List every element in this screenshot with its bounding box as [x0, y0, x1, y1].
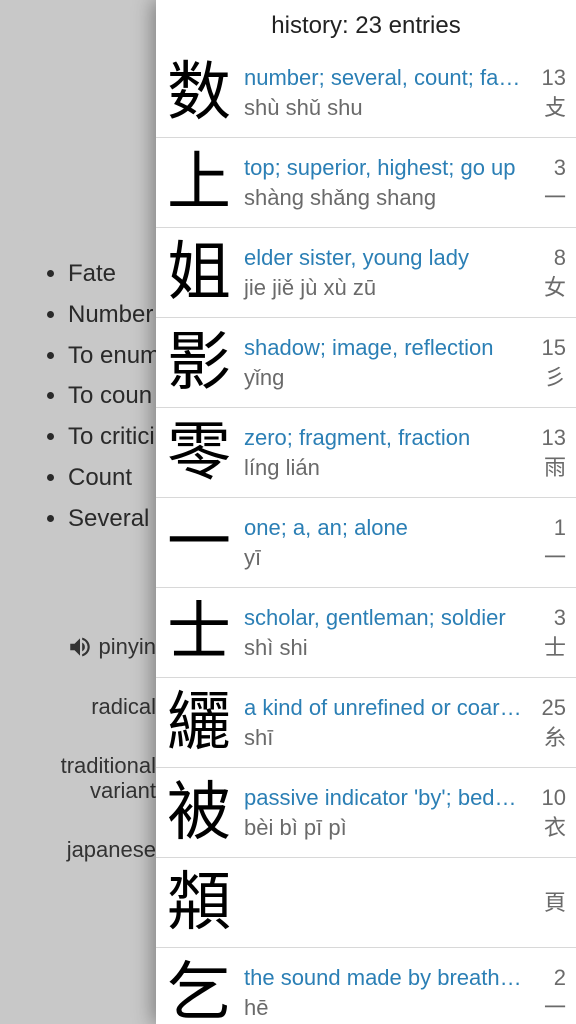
entry-strokes: 1 [526, 513, 566, 543]
entry-body: top; superior, highest; go upshàng shǎng… [236, 146, 526, 219]
history-entry[interactable]: 士scholar, gentleman; soldiershì shi3士 [156, 588, 576, 678]
entry-radical: 雨 [526, 453, 566, 483]
entry-pinyin: jie jiě jù xù zū [244, 273, 526, 303]
entry-pinyin: shù shǔ shu [244, 93, 526, 123]
entry-character: 一 [162, 506, 236, 579]
history-title: history: 23 entries [156, 0, 576, 48]
entry-strokes: 13 [526, 63, 566, 93]
entry-body: number; several, count; fate; frequently… [236, 56, 526, 129]
japanese-row: japanese [0, 837, 156, 862]
entry-radical: 糸 [526, 723, 566, 753]
entry-meta: 3士 [526, 596, 566, 669]
entry-strokes: 3 [526, 603, 566, 633]
speaker-icon[interactable] [67, 634, 93, 660]
entry-character: 影 [162, 326, 236, 399]
entry-radical: 一 [526, 993, 566, 1023]
entry-character: 乞 [162, 956, 236, 1024]
entry-strokes: 13 [526, 423, 566, 453]
entry-meta: 3一 [526, 146, 566, 219]
entry-strokes: 15 [526, 333, 566, 363]
entry-definition: passive indicator 'by'; bedding [244, 783, 526, 813]
entry-meta: 13攴 [526, 56, 566, 129]
traditional-label: traditional variant [61, 753, 156, 804]
pinyin-row[interactable]: pinyin [0, 634, 156, 660]
japanese-label: japanese [67, 837, 156, 862]
entry-meta: 25糸 [526, 686, 566, 759]
entry-meta: 10衣 [526, 776, 566, 849]
entry-meta: 1一 [526, 506, 566, 579]
entry-body: shadow; image, reflectionyǐng [236, 326, 526, 399]
entry-meta: 2一 [526, 956, 566, 1024]
pinyin-label: pinyin [99, 634, 156, 659]
entry-pinyin: líng lián [244, 453, 526, 483]
entry-radical: 彡 [526, 363, 566, 393]
entry-definition: zero; fragment, fraction [244, 423, 526, 453]
entry-body: passive indicator 'by'; beddingbèi bì pī… [236, 776, 526, 849]
entry-body: a kind of unrefined or coarse silkshī [236, 686, 526, 759]
entry-character: 上 [162, 146, 236, 219]
entry-definition: one; a, an; alone [244, 513, 526, 543]
entry-definition: the sound made by breathing [244, 963, 526, 993]
entry-radical: 一 [526, 183, 566, 213]
entry-pinyin: yǐng [244, 363, 526, 393]
entry-body: one; a, an; aloneyī [236, 506, 526, 579]
entry-definition: elder sister, young lady [244, 243, 526, 273]
history-entry[interactable]: 影shadow; image, reflectionyǐng15彡 [156, 318, 576, 408]
entry-meta: 15彡 [526, 326, 566, 399]
entry-meta: 頁 [526, 866, 566, 939]
entry-character: 士 [162, 596, 236, 669]
entry-body: zero; fragment, fractionlíng lián [236, 416, 526, 489]
entry-body: elder sister, young ladyjie jiě jù xù zū [236, 236, 526, 309]
entry-definition: a kind of unrefined or coarse silk [244, 693, 526, 723]
traditional-row: traditional variant [0, 753, 156, 804]
entry-radical: 士 [526, 633, 566, 663]
entry-strokes: 25 [526, 693, 566, 723]
entry-radical: 頁 [526, 888, 566, 918]
entry-definition: number; several, count; fate; frequently [244, 63, 526, 93]
entry-definition: shadow; image, reflection [244, 333, 526, 363]
history-entry[interactable]: 被passive indicator 'by'; beddingbèi bì p… [156, 768, 576, 858]
history-entry[interactable]: 上top; superior, highest; go upshàng shǎn… [156, 138, 576, 228]
entry-radical: 一 [526, 543, 566, 573]
entry-definition: scholar, gentleman; soldier [244, 603, 526, 633]
entry-strokes: 3 [526, 153, 566, 183]
entry-pinyin: shī [244, 723, 526, 753]
history-entry[interactable]: 零zero; fragment, fractionlíng lián13雨 [156, 408, 576, 498]
entry-pinyin: bèi bì pī pì [244, 813, 526, 843]
entry-body: the sound made by breathinghē [236, 956, 526, 1024]
entry-strokes: 2 [526, 963, 566, 993]
entry-meta: 13雨 [526, 416, 566, 489]
entry-strokes: 10 [526, 783, 566, 813]
history-entry[interactable]: 乞the sound made by breathinghē2一 [156, 948, 576, 1024]
entry-character: 被 [162, 776, 236, 849]
history-panel[interactable]: history: 23 entries 数number; several, co… [156, 0, 576, 1024]
entry-body: scholar, gentleman; soldiershì shi [236, 596, 526, 669]
entry-pinyin: hē [244, 993, 526, 1023]
history-entry[interactable]: 一one; a, an; aloneyī1一 [156, 498, 576, 588]
radical-row: radical [0, 694, 156, 719]
entry-radical: 女 [526, 273, 566, 303]
radical-label: radical [91, 694, 156, 719]
entry-meta: 8女 [526, 236, 566, 309]
entry-body [236, 866, 526, 939]
entry-pinyin: shàng shǎng shang [244, 183, 526, 213]
history-list[interactable]: 数number; several, count; fate; frequentl… [156, 48, 576, 1024]
entry-character: 姐 [162, 236, 236, 309]
entry-character: 纚 [162, 686, 236, 759]
entry-radical: 衣 [526, 813, 566, 843]
entry-character: 頮 [162, 866, 236, 939]
entry-character: 零 [162, 416, 236, 489]
entry-character: 数 [162, 56, 236, 129]
entry-definition: top; superior, highest; go up [244, 153, 526, 183]
entry-strokes: 8 [526, 243, 566, 273]
history-entry[interactable]: 纚a kind of unrefined or coarse silkshī25… [156, 678, 576, 768]
entry-pinyin: shì shi [244, 633, 526, 663]
entry-radical: 攴 [526, 93, 566, 123]
entry-pinyin: yī [244, 543, 526, 573]
history-entry[interactable]: 数number; several, count; fate; frequentl… [156, 48, 576, 138]
history-entry[interactable]: 頮頁 [156, 858, 576, 948]
history-entry[interactable]: 姐elder sister, young ladyjie jiě jù xù z… [156, 228, 576, 318]
